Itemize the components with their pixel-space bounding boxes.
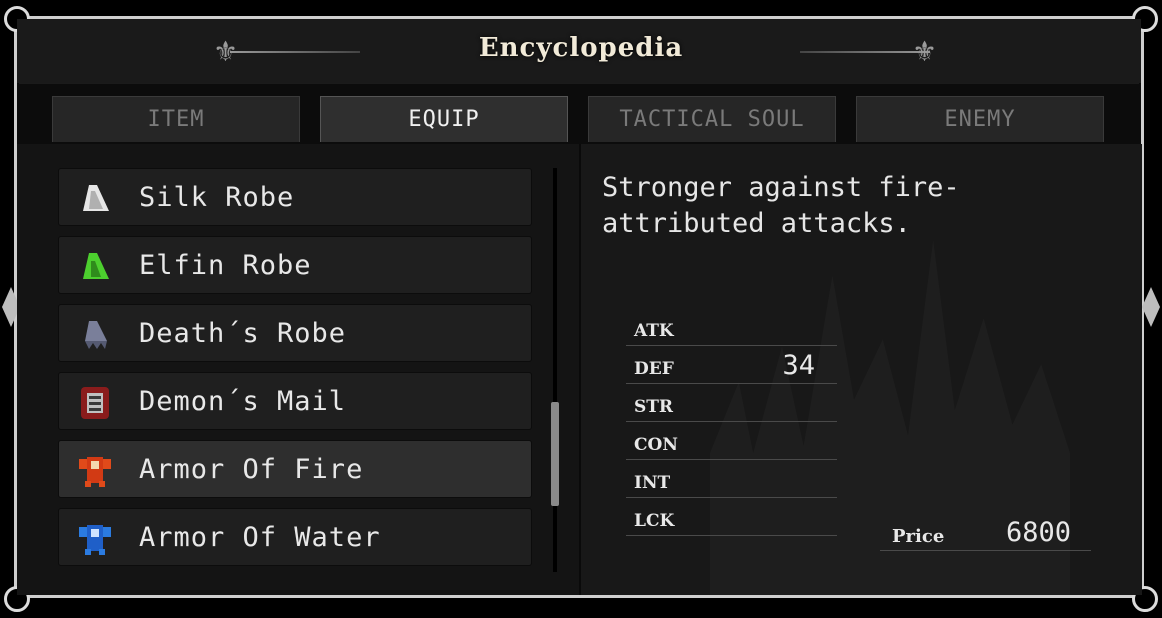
list-item[interactable]: Demon´s Mail xyxy=(58,372,532,430)
price-label: Price xyxy=(892,526,945,547)
price-row: Price 6800 xyxy=(880,512,1091,551)
armor-of-water-icon xyxy=(79,525,111,555)
tab-item[interactable]: ITEM xyxy=(52,96,300,142)
stat-name: STR xyxy=(634,397,674,417)
item-label: Death´s Robe xyxy=(139,318,347,349)
stat-row-con: CON xyxy=(626,422,837,460)
tab-enemy[interactable]: ENEMY xyxy=(856,96,1104,142)
item-label: Silk Robe xyxy=(139,182,295,213)
stat-name: ATK xyxy=(634,321,674,341)
elfin-robe-icon xyxy=(83,253,109,279)
stat-name: LCK xyxy=(634,511,675,531)
item-label: Elfin Robe xyxy=(139,250,312,281)
demons-mail-icon xyxy=(81,387,109,419)
deaths-robe-icon xyxy=(85,321,107,349)
side-ornament-right xyxy=(1142,287,1160,327)
stat-row-atk: ATK xyxy=(626,308,837,346)
list-item[interactable]: Armor Of Water xyxy=(58,508,532,566)
stat-name: CON xyxy=(634,435,678,455)
scrollbar-track[interactable] xyxy=(553,168,557,572)
stat-value: 34 xyxy=(782,350,815,381)
stat-name: INT xyxy=(634,473,671,493)
item-description: Stronger against fire-attributed attacks… xyxy=(602,172,960,239)
price-value: 6800 xyxy=(1005,517,1071,548)
list-item[interactable]: Elfin Robe xyxy=(58,236,532,294)
list-item[interactable]: Silk Robe xyxy=(58,168,532,226)
stat-row-def: DEF 34 xyxy=(626,346,837,384)
list-item-selected[interactable]: Armor Of Fire xyxy=(58,440,532,498)
item-label: Armor Of Fire xyxy=(139,454,364,485)
page-title: Encyclopedia xyxy=(478,33,684,63)
list-item[interactable]: Death´s Robe xyxy=(58,304,532,362)
item-label: Armor Of Water xyxy=(139,522,381,553)
item-label: Demon´s Mail xyxy=(139,386,347,417)
armor-of-fire-icon xyxy=(79,457,111,487)
stat-row-str: STR xyxy=(626,384,837,422)
scrollbar-thumb[interactable] xyxy=(551,402,559,506)
tab-tactical-soul[interactable]: TACTICAL SOUL xyxy=(588,96,836,142)
tab-equip[interactable]: EQUIP xyxy=(320,96,568,142)
stat-row-int: INT xyxy=(626,460,837,498)
stat-row-lck: LCK xyxy=(626,498,837,536)
silk-robe-icon xyxy=(83,185,109,211)
stat-name: DEF xyxy=(634,359,674,379)
